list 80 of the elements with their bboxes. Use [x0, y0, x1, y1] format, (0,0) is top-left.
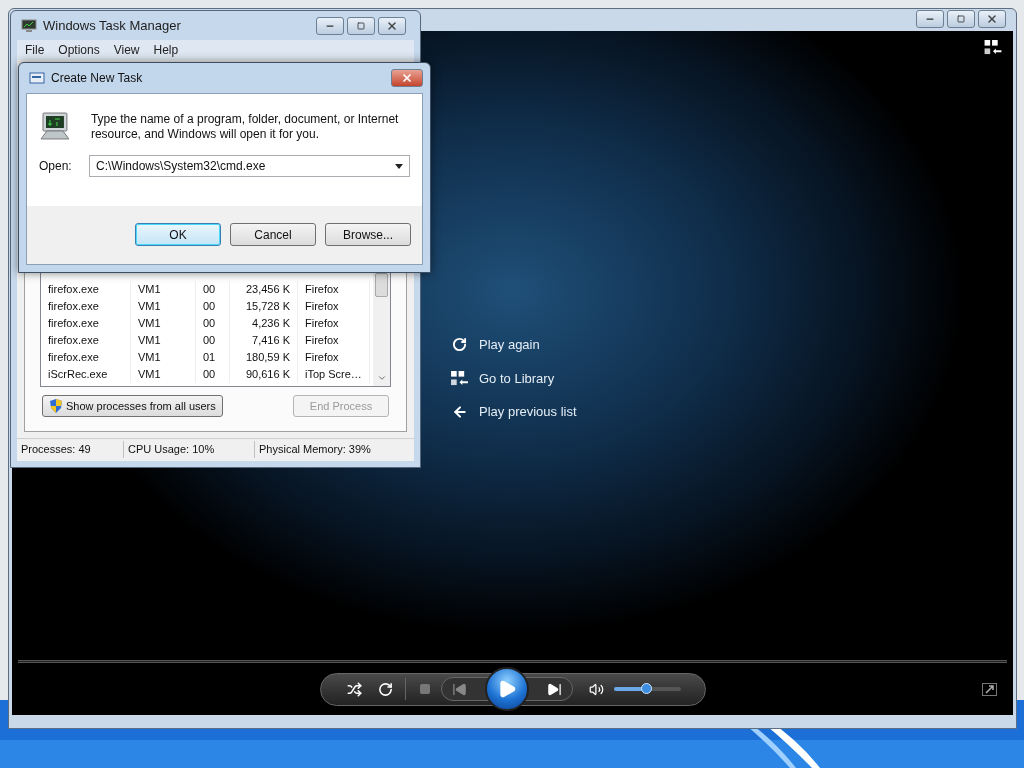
replay-icon: [452, 337, 467, 353]
table-cell: iTop Scre…: [298, 366, 370, 383]
maximize-icon: [957, 15, 965, 23]
table-cell: 4,236 K: [230, 315, 298, 332]
table-cell: 00: [196, 281, 230, 298]
table-cell: VM1: [131, 332, 196, 349]
table-cell: firefox.exe: [41, 332, 131, 349]
table-cell: 90,616 K: [230, 366, 298, 383]
table-cell: Firefox: [298, 332, 370, 349]
run-icon: [29, 72, 45, 84]
show-all-users-button[interactable]: Show processes from all users: [42, 395, 223, 417]
minimize-button[interactable]: [916, 10, 944, 28]
action-link[interactable]: Play again: [451, 335, 1013, 355]
dropdown-arrow-icon[interactable]: [395, 163, 403, 169]
window-title: Windows Task Manager: [43, 16, 181, 35]
menu-item[interactable]: View: [113, 41, 140, 59]
table-cell: 7,416 K: [230, 332, 298, 349]
table-cell: 00: [196, 298, 230, 315]
volume-icon[interactable]: [588, 681, 604, 697]
dialog-button[interactable]: Browse...: [325, 223, 411, 246]
table-cell: VM1: [131, 366, 196, 383]
maximize-icon: [357, 21, 365, 30]
table-cell: 15,728 K: [230, 298, 298, 315]
shield-icon: [49, 398, 63, 414]
table-cell: VM1: [131, 315, 196, 332]
open-label: Open:: [39, 158, 73, 175]
table-cell: VM1: [131, 298, 196, 315]
menu-item[interactable]: File: [25, 41, 45, 59]
previous-button[interactable]: [440, 677, 491, 701]
scroll-down-icon[interactable]: [376, 373, 387, 383]
close-icon: [386, 19, 398, 32]
shuffle-icon[interactable]: [346, 681, 362, 697]
table-cell: firefox.exe: [41, 281, 131, 298]
previous-icon: [451, 681, 467, 697]
close-button[interactable]: [378, 16, 406, 35]
close-icon: [986, 13, 998, 25]
table-cell: Firefox: [298, 315, 370, 332]
scroll-thumb[interactable]: [375, 273, 388, 297]
menu-item[interactable]: Help: [153, 41, 179, 59]
close-button[interactable]: [978, 10, 1006, 28]
table-cell: 01: [196, 349, 230, 366]
table-cell: 00: [196, 366, 230, 383]
monitor-icon: [21, 18, 37, 33]
library-icon: [451, 370, 468, 386]
table-cell: VM1: [131, 281, 196, 298]
dialog-button[interactable]: OK: [135, 223, 221, 246]
status-text: CPU Usage: 10%: [124, 441, 255, 458]
library-icon: [984, 40, 1002, 55]
table-cell: 180,59 K: [230, 349, 298, 366]
dialog-title: Create New Task: [51, 70, 144, 87]
table-cell: Firefox: [298, 349, 370, 366]
status-text: Processes: 49: [17, 441, 124, 458]
dialog-button[interactable]: Cancel: [230, 223, 316, 246]
table-cell: firefox.exe: [41, 315, 131, 332]
table-cell: Firefox: [298, 298, 370, 315]
action-link[interactable]: Go to Library: [451, 368, 1013, 388]
maximize-button[interactable]: [347, 16, 375, 35]
table-cell: 00: [196, 332, 230, 349]
maximize-button[interactable]: [947, 10, 975, 28]
dialog-message: Type the name of a program, folder, document, or Internet resource, and Windows will open it for you.: [90, 112, 400, 142]
table-cell: 00: [196, 315, 230, 332]
table-cell: iScrRec.exe: [41, 366, 131, 383]
stop-icon[interactable]: [418, 683, 431, 695]
minimize-button[interactable]: [316, 16, 344, 35]
fullscreen-icon[interactable]: [982, 682, 997, 696]
close-icon: [401, 72, 413, 84]
status-text: Physical Memory: 39%: [258, 442, 372, 458]
action-link[interactable]: Play previous list: [451, 402, 1013, 422]
open-combobox[interactable]: C:\Windows\System32\cmd.exe: [89, 155, 410, 177]
table-cell: Firefox: [298, 281, 370, 298]
computer-icon: [39, 112, 71, 142]
next-icon: [546, 681, 562, 697]
play-button[interactable]: [484, 667, 529, 711]
close-button[interactable]: [391, 69, 423, 87]
table-cell: VM1: [131, 349, 196, 366]
table-cell: firefox.exe: [41, 298, 131, 315]
table-cell: firefox.exe: [41, 349, 131, 366]
repeat-icon[interactable]: [377, 681, 393, 697]
table-cell: 23,456 K: [230, 281, 298, 298]
menu-item[interactable]: Options: [58, 41, 100, 59]
